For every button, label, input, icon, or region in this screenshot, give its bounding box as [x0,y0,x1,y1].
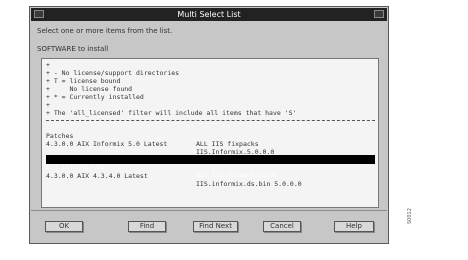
figure-id: S0012 [407,208,413,224]
selection-list[interactable]: + + - No license/support directories + T… [41,58,379,208]
list-item-selected[interactable]: iis.informix.ds ALL IIS fixpacks/dist [46,155,375,179]
software-label: SOFTWARE to install [37,45,109,53]
list-item[interactable]: 4.3.0.0 AIX Informix 5.0 Latest IIS.Info… [46,132,375,156]
legend-line: + * = Currently installed [46,93,144,101]
select-prompt: Select one or more items from the list. [37,27,173,35]
button-bar: OK Find Find Next Cancel Help [31,210,387,242]
window-title: Multi Select List [177,10,241,19]
legend-line: + The 'all_licensed' filter will include… [46,109,297,117]
legend-line: + [46,61,50,69]
list-item-col1: 4.3.0.0 AIX 4.3.4.0 Latest [46,172,148,180]
multi-select-dialog: Multi Select List Select one or more ite… [29,6,389,244]
cancel-button[interactable]: Cancel [263,221,301,232]
list-item-col1: 4.3.0.0 AIX Informix 5.0 Latest [46,140,168,148]
list-header-col2: ALL IIS fixpacks [196,140,259,148]
window-menu-icon[interactable] [34,10,44,18]
legend-line: + [46,101,50,109]
legend-line: + No license found [46,85,133,93]
maximize-icon[interactable] [374,10,384,18]
list-item-col2: IIS.informix.ds.bin 5.0.0.0 [196,180,302,188]
legend-line: + T = license bound [46,77,121,85]
find-next-button[interactable]: Find Next [193,221,238,232]
help-button[interactable]: Help [334,221,374,232]
divider [46,120,375,121]
legend-line: + - No license/support directories [46,69,180,77]
find-button[interactable]: Find [128,221,166,232]
list-item[interactable]: 4.3.0.0 AIX 4.3.4.0 Latest IIS.informix.… [46,164,375,188]
title-bar: Multi Select List [31,8,387,21]
ok-button[interactable]: OK [45,221,83,232]
